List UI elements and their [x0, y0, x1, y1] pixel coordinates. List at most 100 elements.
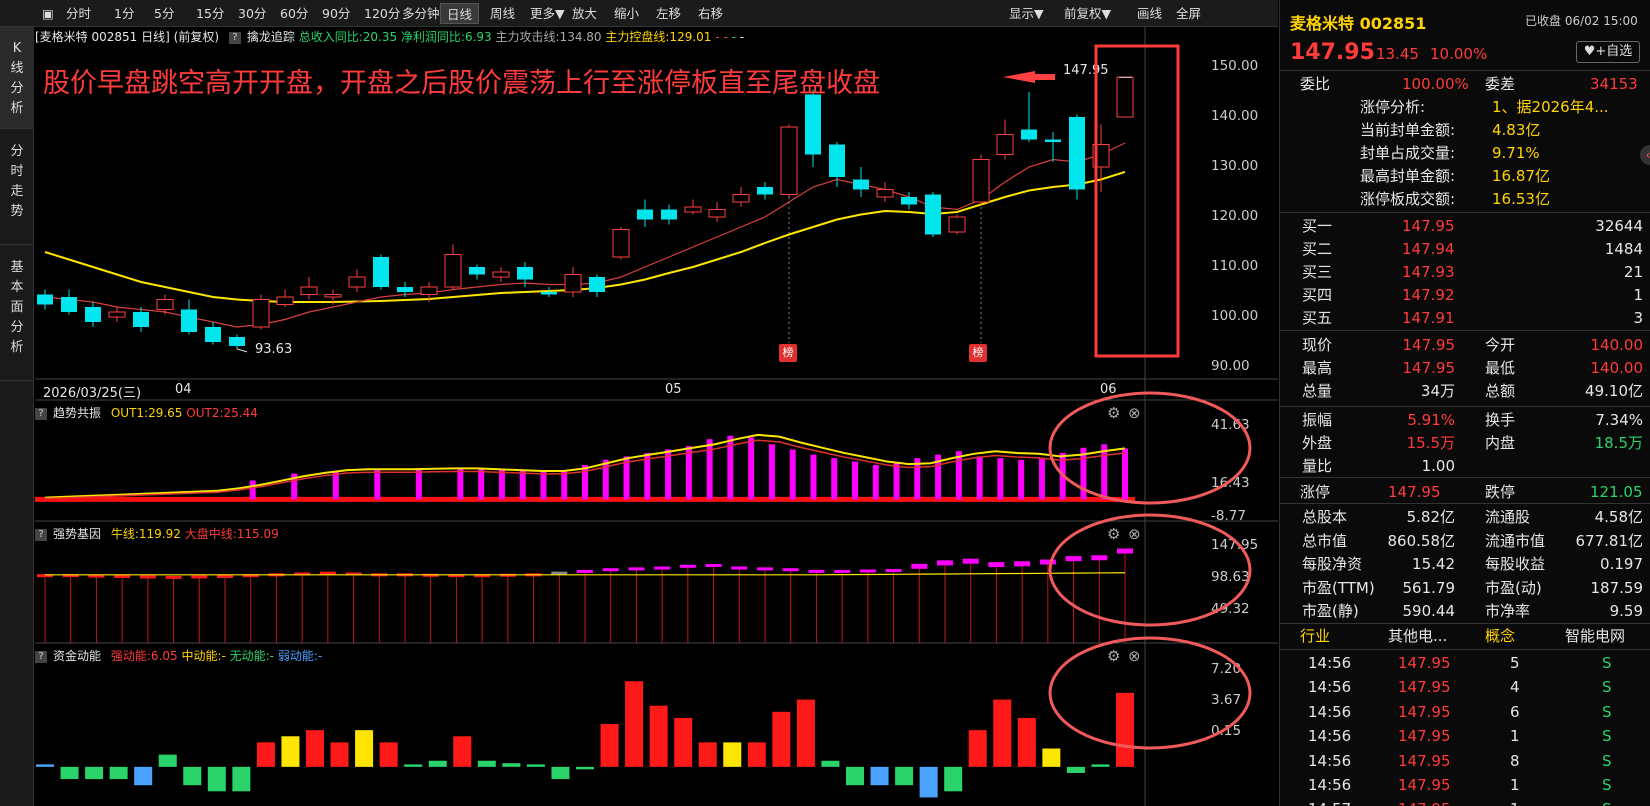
pane1-out1: OUT1:29.65 [110, 406, 183, 420]
money-bar [993, 699, 1012, 767]
bid-row[interactable]: 买四 147.92 1 [1280, 284, 1650, 307]
toolbar-period-0[interactable]: 分时 [60, 3, 97, 24]
bid-level: 买二 [1302, 240, 1333, 258]
gene-bar [165, 575, 182, 579]
money-bar [551, 766, 570, 780]
quote-panel: 麦格米特 002851 已收盘 06/02 15:00 147.95 13.45… [1279, 0, 1650, 806]
tick-side: S [1602, 776, 1612, 794]
stat-row-label: 总额 [1485, 382, 1516, 400]
add-favorite-button[interactable]: ♥+自选 [1576, 41, 1640, 63]
toolbar-period-6[interactable]: 90分 [316, 3, 356, 24]
side-tab-0[interactable]: K线分析 [0, 27, 34, 129]
side-tab-char: 基 [10, 260, 24, 275]
toolbar-period-1[interactable]: 1分 [108, 3, 140, 24]
bid-row[interactable]: 买一 147.95 32644 [1280, 215, 1650, 238]
stat-row-label: 现价 [1302, 336, 1333, 354]
toolbar-square-icon[interactable]: ▣ [36, 3, 60, 24]
candle-body [1116, 76, 1134, 118]
toolbar-option-0[interactable]: 显示▼ [1003, 3, 1050, 24]
trend-bar [955, 451, 962, 500]
toolbar-period-10[interactable]: 周线 [484, 3, 521, 24]
pane2-title[interactable]: 强势基因 [53, 527, 101, 541]
toolbar-period-11[interactable]: 更多▼ [524, 3, 571, 24]
toolbar-period-12[interactable]: 放大 [566, 3, 603, 24]
side-tab-char: 面 [10, 300, 24, 315]
gene-bar [731, 566, 748, 570]
tick-price: 147.95 [1398, 727, 1451, 746]
gear-icon[interactable]: ⚙ [1107, 647, 1120, 665]
industry-value[interactable]: 其他电... [1388, 624, 1447, 648]
candle-body [397, 287, 413, 292]
pane1-out2: OUT2:25.44 [186, 406, 258, 420]
bang-badge[interactable]: 榜 [779, 344, 797, 362]
gene-bar [1039, 559, 1056, 565]
candle-body [517, 267, 533, 280]
stat2-row-value: 18.5万 [1594, 434, 1643, 452]
bid-row[interactable]: 买五 147.91 3 [1280, 307, 1650, 330]
toolbar-option-1[interactable]: 前复权▼ [1058, 3, 1117, 24]
toolbar-option-2[interactable]: 画线 [1131, 3, 1168, 24]
pane3-header: ? 资金动能 强动能:6.05 中动能:- 无动能:- 弱动能:- [35, 646, 322, 666]
close-icon[interactable]: ⊗ [1128, 404, 1141, 422]
trend-bar [706, 439, 713, 500]
pane3-strong: 强动能:6.05 [110, 649, 178, 663]
bid-row[interactable]: 买三 147.93 21 [1280, 261, 1650, 284]
divider [1280, 503, 1650, 504]
low-price-label: 93.63 [255, 342, 293, 357]
gear-icon[interactable]: ⚙ [1107, 404, 1120, 422]
tick-price: 147.95 [1398, 702, 1451, 721]
bang-badge[interactable]: 榜 [969, 344, 987, 362]
candle-body [661, 209, 677, 220]
tick-time: 14:56 [1308, 654, 1352, 672]
gene-bar [191, 575, 208, 579]
help-icon[interactable]: ? [35, 528, 47, 541]
concept-value[interactable]: 智能电网 [1565, 624, 1625, 648]
help-icon[interactable]: ? [35, 407, 47, 420]
toolbar-period-3[interactable]: 15分 [190, 3, 230, 24]
candle-body [1069, 117, 1085, 190]
side-tab-1[interactable]: 分时走势 [0, 130, 34, 245]
toolbar-period-14[interactable]: 左移 [650, 3, 687, 24]
toolbar-period-4[interactable]: 30分 [232, 3, 272, 24]
close-icon[interactable]: ⊗ [1128, 647, 1141, 665]
gene-bar [654, 566, 671, 570]
bid-volume: 3 [1633, 309, 1643, 327]
pane1-title[interactable]: 趋势共振 [53, 406, 101, 420]
candle-body [492, 271, 510, 278]
toolbar-period-2[interactable]: 5分 [148, 3, 180, 24]
fund-row-label: 每股净资 [1302, 555, 1363, 573]
candle-body [61, 297, 77, 312]
candle-body [876, 189, 894, 198]
tick-row: 14:56 147.95 6 S [1280, 700, 1650, 724]
toolbar-period-8[interactable]: 多分钟 [396, 3, 446, 24]
limit-up-key: 当前封单金额: [1360, 121, 1456, 139]
gear-icon[interactable]: ⚙ [1107, 525, 1120, 543]
stat2-row: 量比 1.00 [1280, 455, 1650, 478]
toolbar-period-13[interactable]: 缩小 [608, 3, 645, 24]
close-icon[interactable]: ⊗ [1128, 525, 1141, 543]
tick-row: 14:56 147.95 4 S [1280, 675, 1650, 699]
stat-row-value: 147.95 [1402, 336, 1456, 354]
candle-body [996, 134, 1014, 155]
gene-bar [1065, 556, 1082, 562]
stat2-row: 外盘 15.5万 内盘 18.5万 [1280, 432, 1650, 455]
quote-change: 13.45 [1376, 45, 1419, 63]
money-bar [625, 681, 644, 767]
toolbar-period-9[interactable]: 日线 [440, 3, 480, 24]
fund-row-value: 860.58亿 [1387, 531, 1456, 550]
side-tab-2[interactable]: 基本面分析 [0, 246, 34, 381]
toolbar-period-5[interactable]: 60分 [274, 3, 314, 24]
money-bar [576, 766, 594, 770]
toolbar-period-15[interactable]: 右移 [692, 3, 729, 24]
tick-time: 14:56 [1308, 776, 1352, 794]
help-icon[interactable]: ? [35, 650, 47, 663]
bid-row[interactable]: 买二 147.94 1484 [1280, 238, 1650, 261]
money-bar [281, 736, 300, 767]
tick-row: 14:57 147.95 1 S [1280, 797, 1650, 806]
candle-body [133, 312, 149, 327]
candle-body [1021, 129, 1037, 140]
gene-bar [757, 567, 773, 571]
toolbar-option-3[interactable]: 全屏 [1170, 3, 1207, 24]
trend-bar [582, 464, 588, 500]
pane3-title[interactable]: 资金动能 [53, 649, 101, 663]
